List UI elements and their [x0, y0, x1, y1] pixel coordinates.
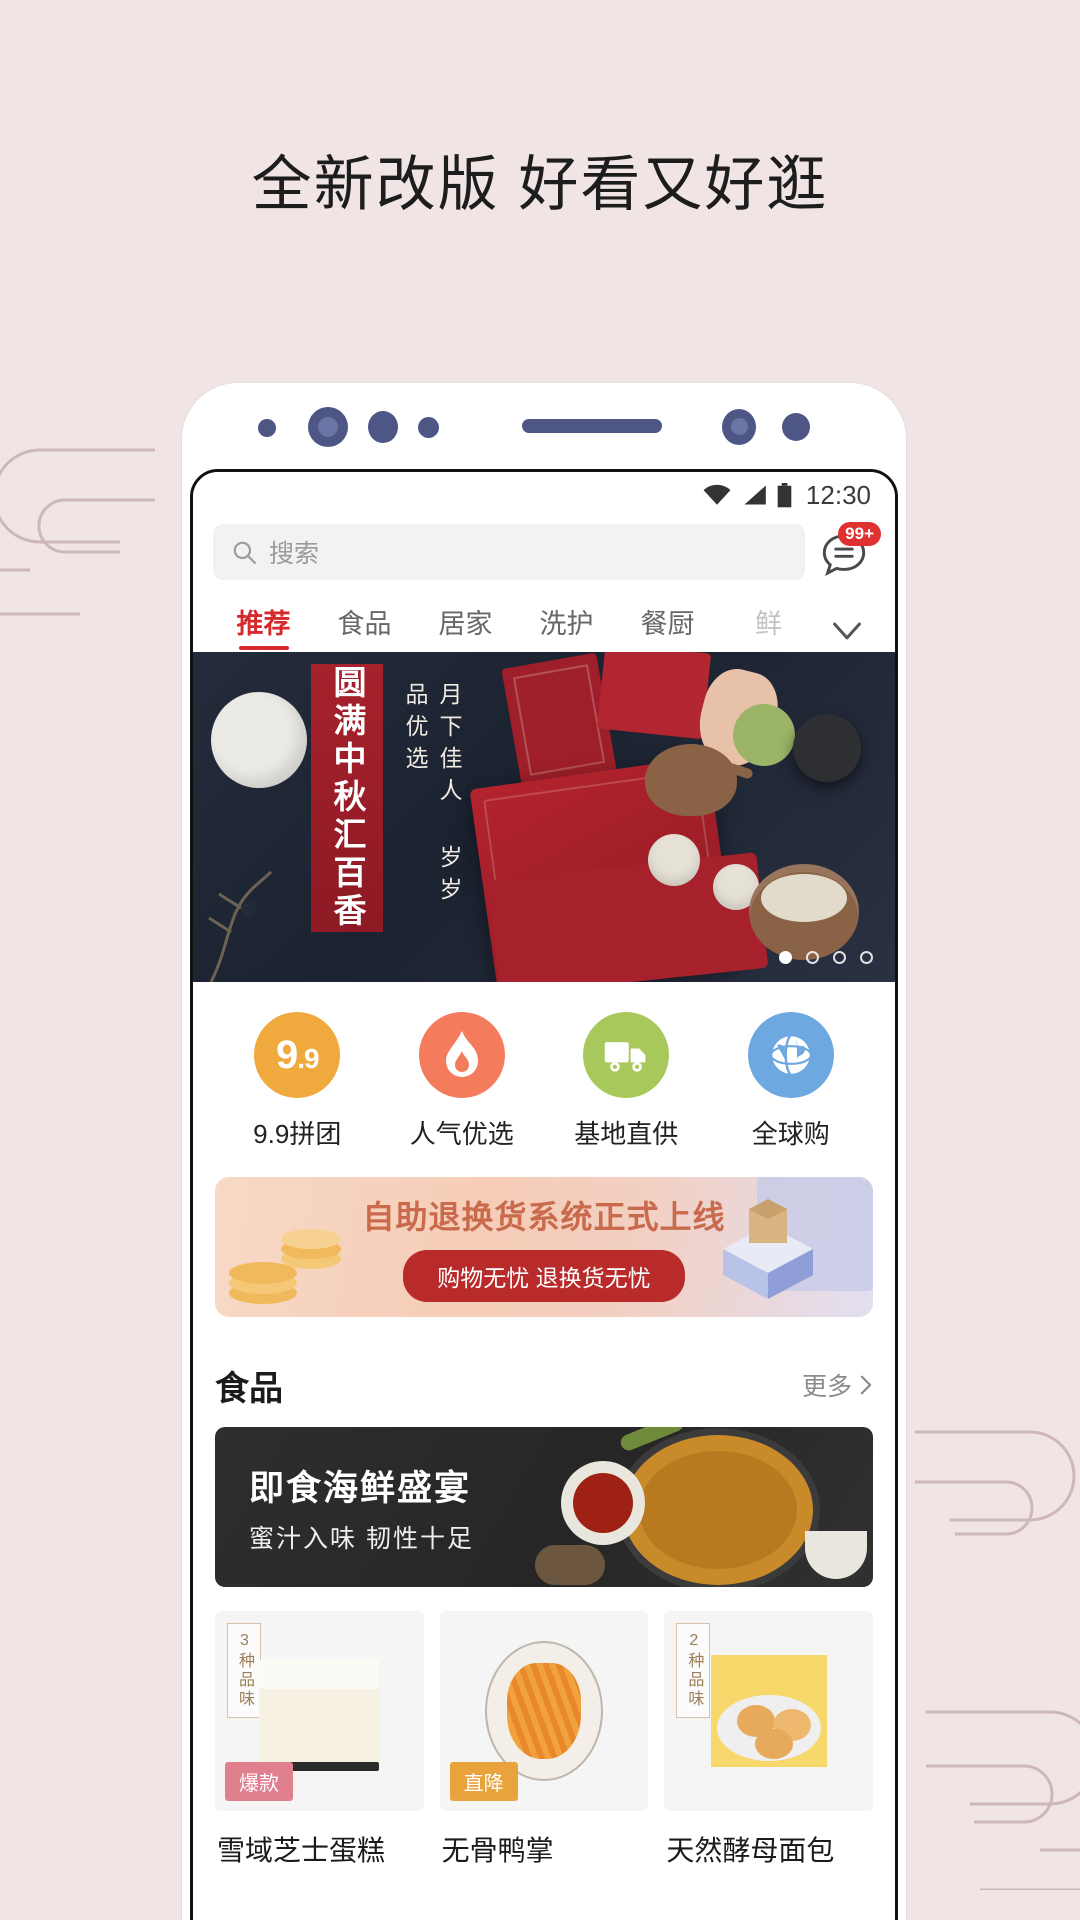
food-section: 食品 更多 即食海鲜盛宴 蜜汁入味 韧性十足 3种品味 爆款 雪域芝士蛋糕 直降… — [193, 1343, 895, 1869]
quick-action-group-buy[interactable]: 9.9 9.9拼团 — [215, 1012, 380, 1151]
promo-pill-button[interactable]: 购物无忧 退换货无忧 — [403, 1250, 685, 1302]
tab-home[interactable]: 居家 — [415, 602, 516, 652]
product-grid: 3种品味 爆款 雪域芝士蛋糕 直降 无骨鸭掌 2种品味 天然酵母面包 — [215, 1587, 874, 1869]
product-flavor-tag: 3种品味 — [227, 1623, 261, 1718]
nine-nine-icon: 9.9 — [254, 1012, 341, 1098]
product-flavor-tag: 2种品味 — [676, 1623, 711, 1718]
hero-teapot-prop — [645, 744, 737, 816]
cloud-decoration-bottom-right — [926, 1710, 1080, 1890]
section-header: 食品 更多 — [215, 1343, 873, 1427]
hero-sub-text: 月下佳人 岁岁品优选 — [402, 682, 462, 909]
status-bar: 12:30 — [193, 472, 895, 518]
sensor-dot-4 — [722, 409, 756, 445]
feature-title: 即食海鲜盛宴 — [249, 1468, 472, 1508]
promo-coins-art — [229, 1229, 341, 1304]
product-badge: 爆款 — [225, 1762, 293, 1801]
quick-action-global[interactable]: 全球购 — [709, 1012, 874, 1151]
product-badge: 直降 — [449, 1762, 518, 1801]
product-thumbnail: 3种品味 爆款 — [215, 1611, 424, 1811]
sensor-dot-3 — [418, 417, 439, 438]
globe-icon — [747, 1012, 834, 1098]
tab-kitchen[interactable]: 餐厨 — [617, 602, 718, 652]
hero-mooncake-dark-prop — [793, 714, 861, 782]
earpiece-speaker — [522, 419, 662, 433]
page-title: 全新改版 好看又好逛 — [251, 151, 829, 218]
hero-mooncake-green-prop — [733, 704, 795, 766]
search-icon — [233, 541, 256, 564]
quick-action-label: 基地直供 — [574, 1119, 679, 1149]
product-name: 无骨鸭掌 — [441, 1835, 554, 1866]
carousel-dot-3[interactable] — [833, 951, 846, 964]
quick-action-popular[interactable]: 人气优选 — [380, 1012, 545, 1151]
truck-icon — [583, 1012, 670, 1098]
chevron-right-icon — [860, 1375, 872, 1395]
feature-subtitle: 蜜汁入味 韧性十足 — [249, 1524, 474, 1553]
section-more-link[interactable]: 更多 — [802, 1367, 873, 1403]
wifi-icon — [703, 484, 731, 505]
carousel-dot-1[interactable] — [779, 951, 792, 964]
quick-action-label: 全球购 — [751, 1119, 830, 1149]
search-row: 搜索 99+ — [193, 518, 895, 590]
bread-image — [710, 1655, 827, 1767]
category-tabs: 推荐 食品 居家 洗护 餐厨 鲜 — [193, 590, 895, 652]
phone-mockup: 12:30 搜索 99+ 推荐 食品 居家 洗护 餐厨 鲜 圆满中秋汇百香 月下… — [182, 383, 906, 1920]
hero-branch-prop — [208, 870, 272, 982]
product-name: 天然酵母面包 — [666, 1835, 835, 1866]
quick-actions: 9.9 9.9拼团 人气优选 基地直供 全球购 — [193, 982, 895, 1177]
front-camera — [308, 407, 348, 447]
promo-wrapper: 自助退换货系统正式上线 购物无忧 退换货无忧 — [193, 1177, 895, 1343]
hero-banner-text: 圆满中秋汇百香 — [311, 664, 383, 932]
tab-fresh[interactable]: 鲜 — [718, 602, 819, 652]
product-name: 雪域芝士蛋糕 — [217, 1835, 386, 1866]
tab-recommend[interactable]: 推荐 — [213, 602, 314, 652]
feature-banner[interactable]: 即食海鲜盛宴 蜜汁入味 韧性十足 — [215, 1427, 873, 1587]
hero-redcard-prop — [596, 652, 712, 740]
cloud-decoration-right — [915, 1430, 1076, 1536]
product-thumbnail: 直降 — [439, 1611, 649, 1811]
sensor-dot-1 — [258, 419, 276, 437]
carousel-dot-4[interactable] — [860, 951, 873, 964]
promo-title: 自助退换货系统正式上线 — [362, 1199, 726, 1235]
promo-banner[interactable]: 自助退换货系统正式上线 购物无忧 退换货无忧 — [215, 1177, 873, 1317]
battery-icon — [777, 482, 792, 507]
product-thumbnail: 2种品味 — [664, 1611, 874, 1811]
section-more-label: 更多 — [801, 1373, 852, 1401]
product-card[interactable]: 直降 无骨鸭掌 — [439, 1611, 649, 1869]
hero-cup-1-prop — [648, 834, 700, 886]
product-card[interactable]: 2种品味 天然酵母面包 — [664, 1611, 874, 1869]
tab-food[interactable]: 食品 — [314, 602, 415, 652]
phone-top-bezel — [182, 383, 906, 469]
quick-action-label: 人气优选 — [409, 1119, 514, 1149]
chat-badge: 99+ — [838, 522, 881, 546]
chat-button[interactable]: 99+ — [819, 522, 881, 580]
hero-plate-prop — [211, 692, 307, 788]
flame-icon — [418, 1012, 505, 1098]
carousel-dot-2[interactable] — [806, 951, 819, 964]
status-bar-time: 12:30 — [805, 479, 871, 510]
tab-washcare[interactable]: 洗护 — [516, 602, 617, 652]
sensor-dot-5 — [782, 413, 810, 441]
hero-bowl-prop — [749, 864, 859, 960]
chevron-down-icon — [833, 622, 861, 640]
cake-image — [259, 1659, 380, 1771]
phone-screen: 12:30 搜索 99+ 推荐 食品 居家 洗护 餐厨 鲜 圆满中秋汇百香 月下… — [190, 469, 898, 1920]
sensor-dot-2 — [368, 411, 398, 443]
section-title: 食品 — [215, 1369, 283, 1408]
carousel-dots — [779, 951, 873, 964]
search-input[interactable]: 搜索 — [213, 524, 805, 580]
duck-feet-image — [485, 1641, 603, 1781]
quick-action-direct-supply[interactable]: 基地直供 — [544, 1012, 709, 1151]
tabs-expand-button[interactable] — [819, 620, 875, 652]
cloud-decoration-left — [0, 448, 155, 616]
search-placeholder: 搜索 — [269, 540, 320, 568]
quick-action-label: 9.9拼团 — [253, 1119, 342, 1149]
product-card[interactable]: 3种品味 爆款 雪域芝士蛋糕 — [215, 1611, 424, 1869]
signal-icon — [744, 485, 766, 505]
hero-carousel[interactable]: 圆满中秋汇百香 月下佳人 岁岁品优选 — [193, 652, 895, 982]
page-root: 全新改版 好看又好逛 12:30 搜索 99+ 推荐 食品 居家 洗护 餐厨 鲜… — [0, 0, 1080, 1920]
